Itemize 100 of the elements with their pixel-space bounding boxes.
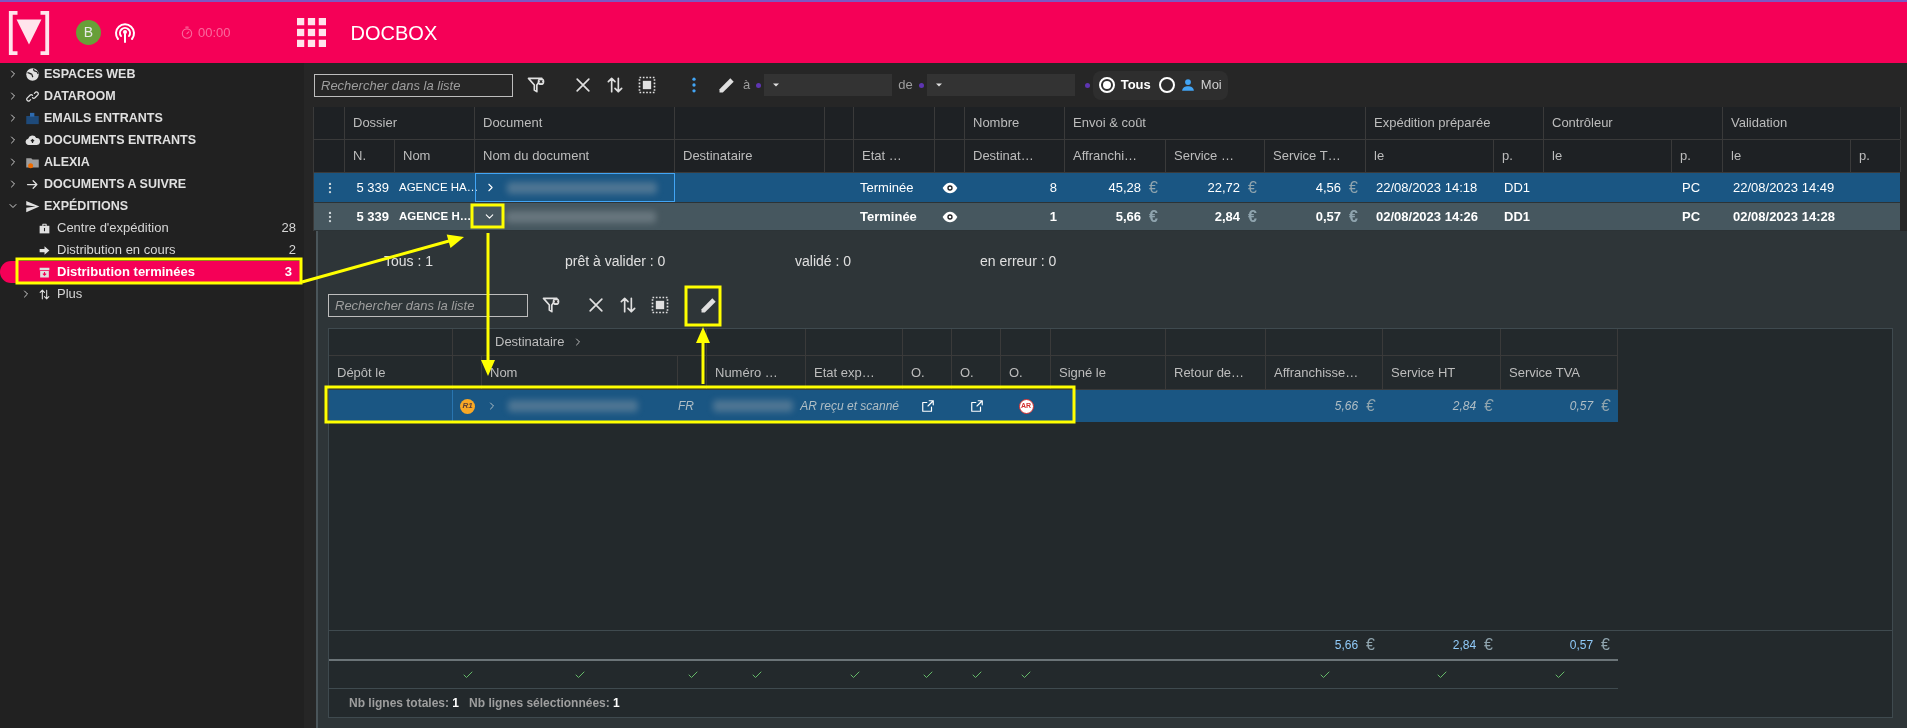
filter-clear-icon[interactable]	[526, 75, 546, 95]
column-header[interactable]: Nom	[490, 362, 518, 383]
sidebar-item[interactable]: Plus	[0, 283, 304, 305]
external-link-icon[interactable]	[969, 399, 984, 413]
column-header[interactable]: Retour de…	[1174, 362, 1245, 383]
currency: €	[1484, 396, 1493, 416]
column-header[interactable]: Destinataire	[683, 146, 753, 166]
table-row[interactable]: 5 339 AGENCE HA… Terminée 8 45,28 € 22,72 € 4,56 € 22/08/2023 14:18 DD1 PC 22/08/2023 14:49	[314, 173, 1900, 203]
close-icon[interactable]	[573, 75, 593, 95]
currency: €	[1601, 396, 1610, 416]
column-group-header: Document	[483, 114, 543, 133]
currency: €	[1366, 396, 1375, 416]
column-header[interactable]: Service TVA	[1509, 362, 1581, 383]
sidebar-section[interactable]: DATAROOM	[0, 85, 304, 107]
sidebar-item[interactable]: Centre d'expédition 28	[0, 217, 304, 239]
app-title: DOCBOX	[350, 20, 438, 46]
column-header[interactable]: Signé le	[1059, 362, 1106, 383]
table-cell-text: 8	[1049, 178, 1057, 197]
column-header[interactable]: le	[1374, 146, 1385, 166]
amount: 4,56	[1315, 178, 1342, 197]
column-header[interactable]: Etat …	[862, 146, 902, 166]
amount: 0,57	[1569, 637, 1594, 654]
column-group-header: Dossier	[353, 114, 398, 133]
filter-clear-icon[interactable]	[541, 295, 561, 315]
radio-option[interactable]: Moi	[1158, 75, 1222, 95]
table-row[interactable]: 5 339 AGENCE H… Terminée 1 5,66 € 2,84 € 0,57 € 02/08/2023 14:26 DD1 PC 02/08/2023 14:28	[314, 203, 1900, 231]
column-header[interactable]: Service …	[1174, 146, 1234, 166]
currency: €	[1149, 206, 1158, 227]
table-cell-text: PC	[1682, 207, 1701, 226]
column-group-header: Nombre	[973, 114, 1020, 133]
edit-icon[interactable]	[699, 295, 719, 315]
currency: €	[1248, 177, 1257, 198]
currency: €	[1601, 635, 1610, 655]
sidebar-section[interactable]: EXPÉDITIONS	[0, 195, 304, 217]
column-group-header: Destinataire	[495, 333, 565, 352]
column-header[interactable]: Affranchisse…	[1274, 362, 1359, 383]
select-all-icon[interactable]	[650, 295, 670, 315]
focused-cell[interactable]	[475, 173, 675, 202]
column-group-header: Contrôleur	[1552, 114, 1613, 133]
sidebar-section[interactable]: EMAILS ENTRANTS	[0, 107, 304, 129]
amount: 45,28	[1108, 178, 1142, 197]
column-header[interactable]: Dépôt le	[337, 362, 386, 383]
field-label: à	[743, 76, 751, 95]
column-header[interactable]: Destinat…	[973, 146, 1034, 166]
column-header[interactable]: le	[1552, 146, 1563, 166]
currency: €	[1366, 635, 1375, 655]
table-cell-text: PC	[1682, 178, 1701, 197]
radio-option[interactable]: Tous	[1098, 75, 1151, 95]
table-cell-text: 02/08/2023 14:28	[1733, 207, 1835, 226]
broadcast-icon[interactable]	[113, 20, 137, 45]
column-header[interactable]: Affranchi…	[1073, 146, 1138, 166]
column-header[interactable]: p.	[1502, 146, 1513, 166]
person-icon	[1180, 78, 1195, 92]
globe-icon	[25, 66, 40, 82]
archive-box-icon	[38, 265, 51, 279]
column-header[interactable]: O.	[911, 362, 925, 383]
column-header[interactable]: le	[1731, 146, 1742, 166]
column-header[interactable]: N.	[353, 146, 366, 166]
status-counter[interactable]: prêt à valider : 0	[565, 251, 795, 272]
column-header[interactable]: Etat exp…	[814, 362, 875, 383]
column-header[interactable]: Nom du document	[483, 146, 590, 166]
sidebar-section[interactable]: ESPACES WEB	[0, 63, 304, 85]
sort-icon[interactable]	[605, 75, 625, 95]
highlight-box	[470, 203, 505, 229]
table-cell-text: AR reçu et scanné	[800, 398, 899, 415]
search-field[interactable]: Rechercher dans la liste	[328, 293, 528, 317]
table-cell-text: DD1	[1504, 207, 1530, 226]
sidebar-section[interactable]: ALEXIA	[0, 151, 304, 173]
sidebar-section[interactable]: DOCUMENTS A SUIVRE	[0, 173, 304, 195]
sidebar-item[interactable]: Distribution en cours 2	[0, 239, 304, 261]
footer-summary: Nb lignes sélectionnées: 1	[469, 695, 620, 712]
column-header[interactable]: Service T…	[1273, 146, 1341, 166]
close-icon[interactable]	[586, 295, 606, 315]
table-cell-text: 02/08/2023 14:26	[1376, 207, 1478, 226]
currency: €	[1248, 206, 1257, 227]
column-header[interactable]: Service HT	[1391, 362, 1456, 383]
status-counter[interactable]: en erreur : 0	[980, 251, 1165, 272]
column-header[interactable]: p.	[1680, 146, 1691, 166]
search-field[interactable]: Rechercher dans la liste	[314, 73, 513, 97]
column-header[interactable]: Numéro …	[715, 362, 778, 383]
sidebar-item[interactable]: Distribution terminées 3	[0, 261, 300, 283]
amount: 5,66	[1334, 398, 1359, 415]
badge: R1	[460, 398, 475, 414]
sidebar-section[interactable]: DOCUMENTS ENTRANTS	[0, 129, 304, 151]
send-icon	[25, 198, 40, 214]
column-header[interactable]: O.	[1009, 362, 1023, 383]
status-counter[interactable]: validé : 0	[795, 251, 980, 272]
table-cell-text: 22/08/2023 14:18	[1376, 178, 1478, 197]
column-header[interactable]: p.	[1859, 146, 1870, 166]
column-group-header: Envoi & coût	[1073, 114, 1146, 133]
amount: 5,66	[1334, 637, 1359, 654]
column-header[interactable]: O.	[960, 362, 974, 383]
external-link-icon[interactable]	[920, 399, 935, 413]
apps-grid-icon[interactable]	[296, 18, 326, 47]
column-header[interactable]: Nom	[403, 146, 431, 166]
currency: €	[1349, 177, 1358, 198]
edit-icon[interactable]	[717, 75, 737, 95]
table-cell-text: 22/08/2023 14:49	[1733, 178, 1835, 197]
sort-icon[interactable]	[618, 295, 638, 315]
select-all-icon[interactable]	[637, 75, 657, 95]
